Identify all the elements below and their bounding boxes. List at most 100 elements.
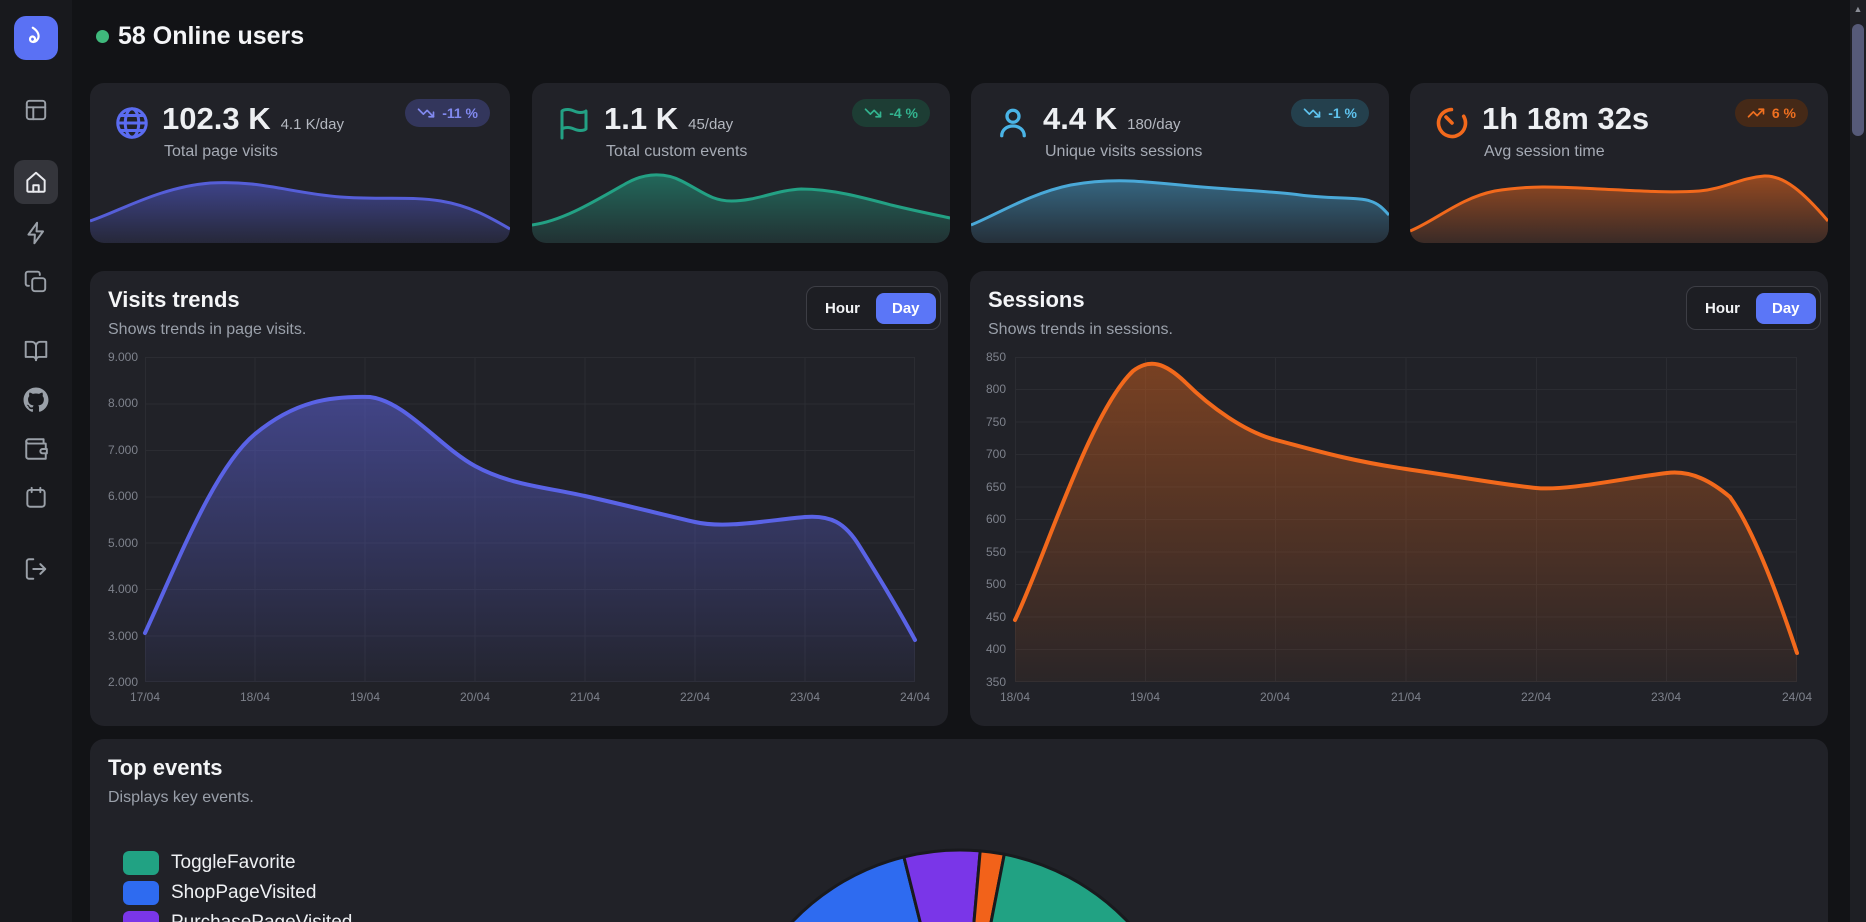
copy-icon[interactable] [23, 269, 49, 295]
home-icon [23, 169, 49, 195]
y-tick: 550 [970, 545, 1006, 559]
y-tick: 6.000 [94, 489, 138, 503]
user-icon [995, 105, 1031, 141]
y-tick: 7.000 [94, 443, 138, 457]
trending-up-icon [1747, 104, 1765, 122]
y-tick: 850 [970, 350, 1006, 364]
y-tick: 400 [970, 642, 1006, 656]
toggle-day-button[interactable]: Day [876, 293, 936, 324]
toggle-hour-button[interactable]: Hour [1691, 293, 1754, 324]
github-icon[interactable] [23, 387, 49, 413]
trend-badge: -1 % [1291, 99, 1369, 127]
legend-swatch-teal [123, 851, 159, 875]
online-users-count: 58 Online users [118, 22, 304, 51]
book-open-icon[interactable] [23, 338, 49, 364]
x-tick: 21/04 [555, 690, 615, 704]
y-tick: 9.000 [94, 350, 138, 364]
y-tick: 800 [970, 382, 1006, 396]
panel-subtitle: Shows trends in page visits. [108, 321, 306, 339]
x-tick: 24/04 [885, 690, 945, 704]
panel-title: Visits trends [108, 287, 240, 313]
stat-card-total-custom-events: 1.1 K 45/day Total custom events -4 % [532, 83, 950, 243]
stat-per-day: 45/day [688, 116, 733, 133]
stat-label: Total custom events [606, 143, 747, 161]
online-status-dot [96, 30, 109, 43]
y-tick: 5.000 [94, 536, 138, 550]
sidebar-item-home[interactable] [14, 160, 58, 204]
sidebar [0, 0, 72, 922]
calendar-icon[interactable] [23, 484, 49, 510]
x-tick: 18/04 [985, 690, 1045, 704]
logout-icon[interactable] [23, 556, 49, 582]
x-tick: 17/04 [115, 690, 175, 704]
toggle-hour-button[interactable]: Hour [811, 293, 874, 324]
toggle-day-button[interactable]: Day [1756, 293, 1816, 324]
app-logo[interactable] [14, 16, 58, 60]
sessions-interval-toggle: Hour Day [1686, 286, 1821, 330]
panel-subtitle: Shows trends in sessions. [988, 321, 1173, 339]
y-tick: 600 [970, 512, 1006, 526]
zap-icon[interactable] [23, 220, 49, 246]
scrollbar-thumb[interactable] [1852, 24, 1864, 136]
y-tick: 4.000 [94, 582, 138, 596]
x-tick: 24/04 [1767, 690, 1827, 704]
legend-item[interactable]: ToggleFavorite [123, 851, 296, 875]
wallet-icon[interactable] [23, 436, 49, 462]
stat-label: Total page visits [164, 143, 278, 161]
stat-per-day: 4.1 K/day [281, 116, 344, 133]
scroll-up-arrow[interactable]: ▲ [1850, 0, 1866, 18]
legend-swatch-blue [123, 881, 159, 905]
legend-label: ShopPageVisited [171, 882, 316, 904]
y-tick: 500 [970, 577, 1006, 591]
stat-value: 102.3 K [162, 101, 271, 137]
legend-item[interactable]: ShopPageVisited [123, 881, 316, 905]
sparkline-unique-visits [971, 163, 1389, 243]
y-tick: 350 [970, 675, 1006, 689]
x-tick: 20/04 [1245, 690, 1305, 704]
panel-subtitle: Displays key events. [108, 789, 254, 807]
sparkline-page-visits [90, 163, 510, 243]
visits-area-chart [145, 357, 915, 682]
y-tick: 3.000 [94, 629, 138, 643]
panel-title: Top events [108, 755, 223, 781]
legend-swatch-purple [123, 911, 159, 922]
y-tick: 750 [970, 415, 1006, 429]
x-tick: 23/04 [775, 690, 835, 704]
visits-trends-panel: Visits trends Shows trends in page visit… [90, 271, 948, 726]
stat-label: Unique visits sessions [1045, 143, 1202, 161]
trend-badge: -11 % [405, 99, 490, 127]
sessions-area-chart [1015, 357, 1797, 682]
sessions-panel: Sessions Shows trends in sessions. Hour … [970, 271, 1828, 726]
legend-label: PurchasePageVisited [171, 912, 352, 922]
legend-item[interactable]: PurchasePageVisited [123, 911, 352, 922]
trend-badge: 6 % [1735, 99, 1808, 127]
x-tick: 21/04 [1376, 690, 1436, 704]
trend-badge: -4 % [852, 99, 930, 127]
stat-per-day: 180/day [1127, 116, 1180, 133]
globe-icon [114, 105, 150, 141]
timer-icon [1434, 105, 1470, 141]
y-tick: 2.000 [94, 675, 138, 689]
pulse-logo-icon [23, 25, 49, 51]
x-tick: 22/04 [1506, 690, 1566, 704]
stat-card-avg-session-time: 1h 18m 32s Avg session time 6 % [1410, 83, 1828, 243]
stat-label: Avg session time [1484, 143, 1605, 161]
x-tick: 19/04 [335, 690, 395, 704]
x-tick: 23/04 [1636, 690, 1696, 704]
sparkline-custom-events [532, 163, 950, 243]
x-tick: 20/04 [445, 690, 505, 704]
visits-interval-toggle: Hour Day [806, 286, 941, 330]
x-tick: 19/04 [1115, 690, 1175, 704]
legend-label: ToggleFavorite [171, 852, 296, 874]
trending-down-icon [864, 104, 882, 122]
y-tick: 650 [970, 480, 1006, 494]
flag-icon [556, 105, 592, 141]
vertical-scrollbar[interactable]: ▲ [1850, 0, 1866, 922]
top-events-pie-chart [710, 846, 1210, 922]
y-tick: 450 [970, 610, 1006, 624]
stat-card-total-page-visits: 102.3 K 4.1 K/day Total page visits -11 … [90, 83, 510, 243]
stat-value: 4.4 K [1043, 101, 1117, 137]
stat-value: 1.1 K [604, 101, 678, 137]
sparkline-session-time [1410, 163, 1828, 243]
panels-icon[interactable] [23, 97, 49, 123]
